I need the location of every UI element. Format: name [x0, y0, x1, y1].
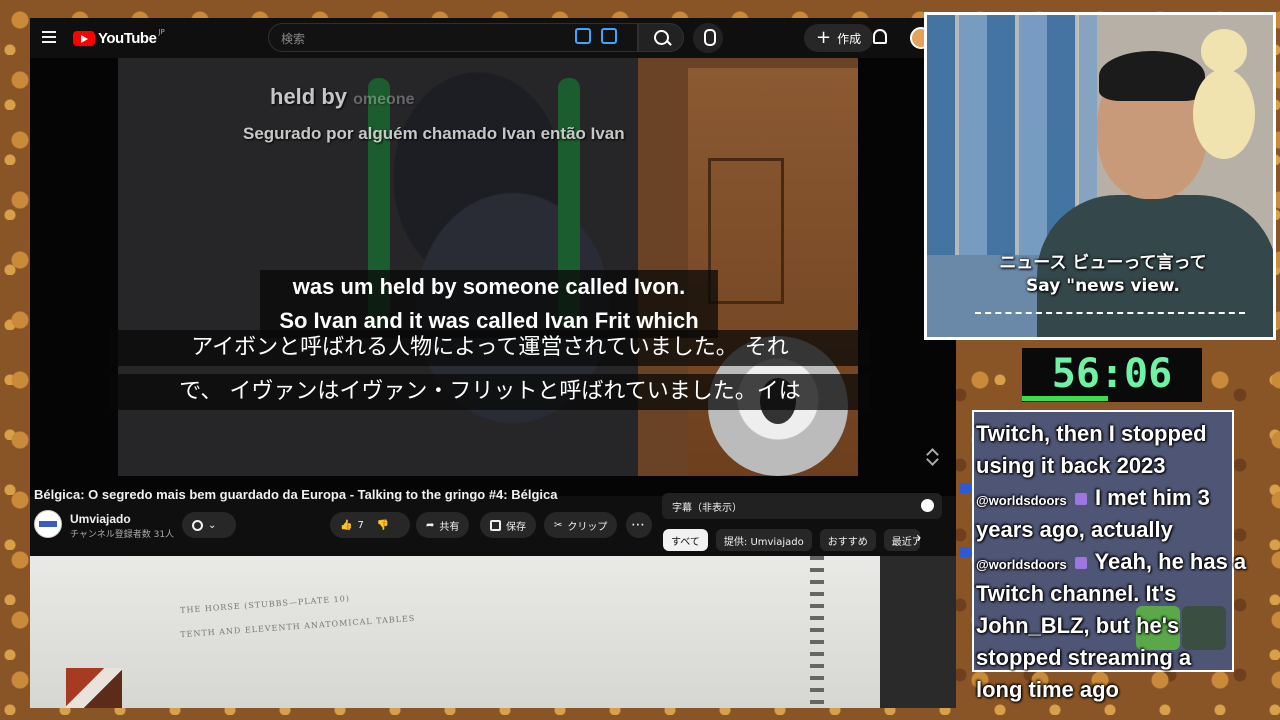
chat-text: I met him 3 — [1094, 485, 1210, 510]
teddy-bear — [1189, 29, 1259, 179]
logo-region: JP — [158, 27, 165, 36]
chat-mod-icon — [959, 547, 971, 557]
caption-japanese-line1: アイボンと呼ばれる人物によって運営されていました。 それ — [110, 330, 870, 366]
channel-name[interactable]: Umviajado — [70, 512, 131, 526]
clip-label: クリップ — [567, 521, 608, 533]
notifications-bell-icon[interactable] — [873, 29, 887, 44]
burned-line1-faded: omeone — [353, 91, 415, 108]
caption-japanese-line2: で、 イヴァンはイヴァン・フリットと呼ばれていました。イは — [110, 374, 870, 410]
chevron-down-icon: ⌄ — [208, 519, 217, 531]
webcam-caption-english: Say "news view. — [1026, 276, 1180, 296]
chip-recent[interactable]: 最近アッ — [883, 529, 920, 551]
video-player[interactable]: held by omeone Segurado por alguém chama… — [30, 58, 956, 496]
logo-text: YouTube — [98, 30, 157, 47]
translate-icon[interactable] — [575, 28, 591, 44]
chat-username[interactable]: @worldsdoors — [976, 493, 1067, 508]
search-button[interactable] — [638, 23, 684, 52]
chip-from-channel[interactable]: 提供: Umviajado — [715, 529, 812, 551]
webcam-caption-japanese: ニュース ビューって言って — [999, 253, 1207, 273]
channel-avatar[interactable] — [34, 510, 62, 538]
chat-text: Yeah, he has a — [1094, 549, 1247, 574]
channel-subscribers: チャンネル登録者数 31人 — [70, 530, 175, 540]
search-tools — [575, 28, 617, 44]
filter-chips: すべて 提供: Umviajado おすすめ 最近アッ — [663, 529, 920, 551]
hamburger-menu-icon[interactable] — [42, 31, 56, 43]
subscribe-bell-button[interactable]: ⌄ — [182, 512, 236, 538]
youtube-play-icon — [73, 31, 95, 46]
chat-badge-icon — [1074, 557, 1087, 570]
chat-mod-icon — [959, 483, 971, 493]
more-actions-button[interactable]: ⋯ — [626, 512, 652, 538]
chat-message-1-line2: using it back 2023 — [976, 453, 1166, 478]
create-button[interactable]: + 作成 — [804, 24, 874, 52]
voice-search-button[interactable] — [693, 23, 723, 53]
lens-icon[interactable] — [601, 28, 617, 44]
chat-message-3-line1: @worldsdoors Yeah, he has a — [976, 546, 1276, 581]
chat-message-3-line3: John_BLZ, but he's — [976, 613, 1180, 638]
chat-message-3-line5: long time ago — [976, 677, 1119, 702]
chat-badge-icon — [1074, 493, 1087, 506]
pixel-sprite — [66, 668, 122, 708]
chevron-right-icon[interactable]: › — [916, 530, 922, 546]
chat-message-2-line1: @worldsdoors I met him 3 — [976, 482, 1276, 517]
book-text-line2: TENTH AND ELEVENTH ANATOMICAL TABLES — [179, 613, 416, 640]
caption-divider — [975, 312, 1245, 314]
chip-all[interactable]: すべて — [663, 529, 708, 551]
video-title: Bélgica: O segredo mais bem guardado da … — [34, 487, 558, 502]
chat-message-2-line2: years ago, actually — [976, 517, 1173, 542]
burned-line1-text: held by — [270, 84, 348, 109]
countdown-timer: 56:06 — [1022, 348, 1202, 402]
notebook-spiral — [810, 556, 824, 708]
streamer-webcam: ニュース ビューって言って Say "news view. — [924, 12, 1276, 340]
share-label: 共有 — [439, 521, 460, 533]
bookmark-icon — [490, 519, 501, 531]
bell-icon — [192, 519, 203, 531]
chat-message-3-line2: Twitch channel. It's — [976, 581, 1177, 606]
more-icon: ⋯ — [631, 517, 646, 533]
save-label: 保存 — [506, 521, 526, 533]
chat-message-1-line1: Twitch, then I stopped — [976, 421, 1207, 446]
create-label: 作成 — [837, 31, 862, 46]
youtube-logo[interactable]: YouTube JP — [73, 27, 165, 47]
transcript-panel-header[interactable]: 字幕（非表示） — [662, 493, 942, 519]
chevron-down-icon[interactable] — [921, 499, 934, 512]
youtube-topbar: YouTube JP 検索 + 作成 — [30, 18, 956, 58]
burned-subtitle-2: Segurado por alguém chamado Ivan então I… — [243, 124, 625, 143]
timer-progress-bar — [1022, 396, 1108, 401]
desk-camera-view: THE HORSE (STUBBS—PLATE 10) TENTH AND EL… — [30, 556, 956, 708]
like-button[interactable]: 👍 7 👎 — [330, 512, 410, 538]
youtube-window: YouTube JP 検索 + 作成 held by omeone Segura… — [30, 18, 956, 708]
chat-message-3-line4: stopped streaming a — [976, 645, 1192, 670]
dark-corner — [880, 556, 956, 708]
chat-username[interactable]: @worldsdoors — [976, 557, 1067, 572]
scissors-icon: ✂ — [554, 519, 563, 531]
transcript-title: 字幕（非表示） — [672, 503, 742, 514]
burned-subtitle-1: held by omeone — [270, 84, 414, 110]
save-button[interactable]: 保存 — [480, 512, 536, 538]
expand-icon[interactable] — [926, 450, 938, 464]
clip-button[interactable]: ✂ クリップ — [544, 512, 618, 538]
share-button[interactable]: ➦ 共有 — [416, 512, 470, 538]
plus-icon: + — [816, 27, 832, 48]
book-text-line1: THE HORSE (STUBBS—PLATE 10) — [179, 594, 351, 615]
thumbs-down-icon[interactable]: 👎 — [377, 520, 389, 531]
chip-recommended[interactable]: おすすめ — [819, 529, 876, 551]
video-frame: held by omeone Segurado por alguém chama… — [118, 58, 858, 476]
caption-english-line1: was um held by someone called Ivon. — [260, 270, 718, 304]
thumbs-up-icon: 👍 — [340, 519, 353, 531]
like-count: 7 — [357, 519, 364, 531]
share-icon: ➦ — [426, 519, 435, 531]
